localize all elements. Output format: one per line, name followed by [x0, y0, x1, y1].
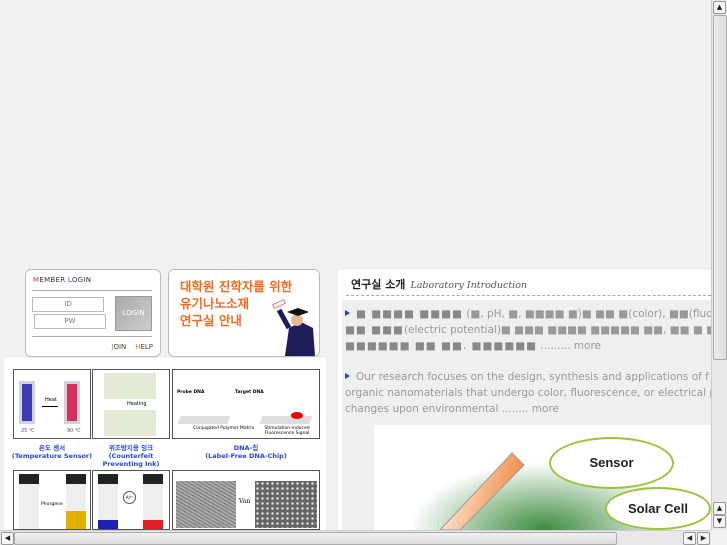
bullet-icon: [345, 310, 350, 316]
vancomycin-sensor-image[interactable]: Van: [172, 470, 320, 530]
vial: [143, 474, 163, 529]
matrix-label: Conjugated Polymer Matrix: [193, 426, 255, 431]
vial: [19, 474, 39, 529]
scroll-down-button[interactable]: ▼: [713, 515, 726, 528]
member-login-title: MEMBER LOGIN: [33, 276, 92, 284]
scroll-left-button[interactable]: ◀: [683, 532, 696, 545]
section-heading: 연구실 소개 Laboratory Introduction: [351, 278, 528, 291]
help-link[interactable]: HELP: [135, 343, 153, 351]
signal-label: Stimulation-induced Fluorescence Signal: [264, 426, 310, 436]
counterfeit-ink-image[interactable]: Heating: [92, 369, 170, 439]
heating-label: Heating: [127, 401, 147, 407]
scroll-up-button[interactable]: ▲: [713, 502, 726, 515]
id-input[interactable]: ID: [32, 297, 104, 312]
research-diagram: Sensor Solar Cell: [374, 425, 711, 530]
ink-sample: [104, 373, 156, 399]
horizontal-scrollbar[interactable]: ◀ ◀ ▶: [0, 530, 711, 545]
scroll-right-button[interactable]: ▶: [697, 532, 710, 545]
aluminum-sensor-image[interactable]: Al³⁺: [92, 470, 170, 530]
member-login-box: MEMBER LOGIN ID PW LOGIN JOIN HELP: [25, 269, 161, 357]
vertical-scrollbar[interactable]: ▲ ▲ ▼: [711, 0, 727, 530]
signal-spot: [291, 412, 303, 419]
phosgene-sensor-image[interactable]: Phosgene: [13, 470, 91, 530]
sem-image: [176, 481, 236, 528]
graduate-admission-banner[interactable]: 대학원 진학자를 위한 유기나노소재 연구실 안내: [168, 269, 320, 357]
ink-sample: [104, 410, 156, 436]
chip-plate: [177, 416, 231, 424]
heat-label: Heat: [45, 397, 57, 403]
temp-label: 90 ℃: [67, 428, 81, 434]
al-ion-label: Al³⁺: [123, 491, 136, 504]
sensor-ellipse: Sensor: [549, 437, 674, 489]
vial: [98, 474, 118, 529]
target-label: Target DNA: [235, 390, 264, 395]
divider: [32, 336, 152, 337]
more-link[interactable]: changes upon environmental ........ more: [345, 401, 711, 417]
join-link[interactable]: JOIN: [111, 343, 126, 351]
bullet-icon: [345, 373, 350, 379]
sem-image: [255, 481, 317, 528]
more-link[interactable]: ......... more: [537, 340, 601, 352]
caption: 위조방지용 잉크 (Counterfeit Preventing Ink): [102, 444, 160, 468]
caption: DNA-칩 (Label-Free DNA-Chip): [205, 444, 287, 460]
research-gallery: Heat 25 ℃ 90 ℃ 온도 센서 (Temperature Sensor)…: [4, 358, 326, 530]
temperature-sensor-image[interactable]: Heat 25 ℃ 90 ℃: [13, 369, 91, 439]
divider: [32, 290, 152, 291]
blue-strip: [19, 381, 35, 424]
laboratory-introduction: 연구실 소개 Laboratory Introduction ■ ■■■■ ■■■…: [338, 270, 711, 530]
chip-plate: [259, 416, 313, 424]
vial: [66, 474, 86, 529]
login-links: JOIN HELP: [111, 343, 153, 351]
vertical-scroll-thumb[interactable]: [713, 15, 727, 360]
solar-cell-ellipse: Solar Cell: [605, 487, 711, 530]
arrow-icon: [42, 406, 58, 407]
red-strip: [64, 381, 80, 424]
login-button[interactable]: LOGIN: [115, 296, 152, 331]
english-paragraph: Our research focuses on the design, synt…: [345, 371, 711, 417]
pw-input[interactable]: PW: [34, 314, 106, 329]
korean-paragraph: ■ ■■■■ ■■■■ (■, pH, ■, ■■■■ ■)■ ■■ ■(col…: [345, 308, 711, 352]
divider: [346, 295, 711, 296]
caption: 온도 센서 (Temperature Sensor): [11, 444, 93, 460]
van-label: Van: [239, 498, 251, 505]
intro-body: ■ ■■■■ ■■■■ (■, pH, ■, ■■■■ ■)■ ■■ ■(col…: [342, 300, 711, 530]
probe-label: Probe DNA: [177, 390, 205, 395]
scroll-up-button[interactable]: ▲: [713, 1, 726, 14]
horizontal-scroll-thumb[interactable]: [14, 532, 617, 545]
phosgene-label: Phosgene: [41, 502, 63, 507]
scroll-left-button[interactable]: ◀: [1, 532, 14, 545]
temp-label: 25 ℃: [21, 428, 35, 434]
dna-chip-image[interactable]: Probe DNA Target DNA Conjugated Polymer …: [172, 369, 320, 439]
graduate-illustration: [272, 299, 315, 356]
